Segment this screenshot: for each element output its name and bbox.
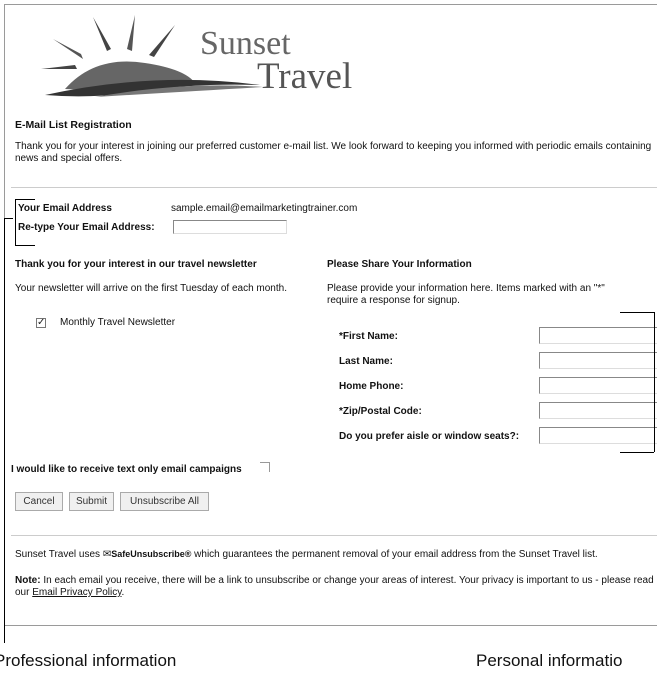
zip-code-input[interactable] xyxy=(539,402,657,419)
callout-bracket-bottom xyxy=(620,452,654,453)
last-name-input[interactable] xyxy=(539,352,657,369)
checkmark-icon: ✓ xyxy=(37,317,46,328)
newsletter-text: Your newsletter will arrive on the first… xyxy=(15,283,287,294)
home-phone-label: Home Phone: xyxy=(339,381,404,392)
sunset-travel-logo: Sunset Travel xyxy=(35,11,365,107)
share-heading: Please Share Your Information xyxy=(327,259,472,270)
cancel-button[interactable]: Cancel xyxy=(15,492,63,511)
note-end: . xyxy=(121,587,125,598)
safe-post-text: which guarantees the permanent removal o… xyxy=(194,549,598,560)
divider xyxy=(11,187,657,188)
email-label: Your Email Address xyxy=(18,203,112,214)
intro-text: Thank you for your interest in joining o… xyxy=(15,141,652,164)
registration-page: Sunset Travel E-Mail List Registration T… xyxy=(4,4,657,626)
submit-button[interactable]: Submit xyxy=(69,492,114,511)
envelope-icon: ✉ xyxy=(102,549,112,560)
callout-bracket-vertical xyxy=(654,312,655,452)
unsubscribe-all-button[interactable]: Unsubscribe All xyxy=(120,492,209,511)
privacy-note: Note: In each email you receive, there w… xyxy=(15,575,655,599)
email-value: sample.email@emailmarketingtrainer.com xyxy=(171,203,358,214)
first-name-input[interactable] xyxy=(539,327,657,344)
home-phone-input[interactable] xyxy=(539,377,657,394)
text-only-checkbox[interactable] xyxy=(260,462,270,472)
footer-divider xyxy=(11,535,657,536)
callout-line-left-vertical xyxy=(4,218,5,643)
newsletter-heading: Thank you for your interest in our trave… xyxy=(15,259,257,270)
seat-preference-input[interactable] xyxy=(539,427,657,444)
newsletter-checkbox[interactable]: ✓ xyxy=(36,318,46,328)
seat-preference-label: Do you prefer aisle or window seats?: xyxy=(339,431,520,442)
retype-email-label: Re-type Your Email Address: xyxy=(18,222,155,233)
zip-code-label: *Zip/Postal Code: xyxy=(339,406,422,417)
safe-pre-text: Sunset Travel uses xyxy=(15,549,101,560)
page-title: E-Mail List Registration xyxy=(15,119,132,131)
safeunsubscribe-notice: Sunset Travel uses ✉SafeUnsubscribe® whi… xyxy=(15,549,598,560)
share-text: Please provide your information here. It… xyxy=(327,283,605,306)
newsletter-option-label: Monthly Travel Newsletter xyxy=(60,317,176,328)
callout-bracket-top xyxy=(620,312,654,313)
note-label: Note: xyxy=(15,575,41,586)
first-name-label: *First Name: xyxy=(339,331,398,342)
privacy-policy-link[interactable]: Email Privacy Policy xyxy=(32,587,121,598)
caption-personal: Personal informatio xyxy=(476,651,623,670)
last-name-label: Last Name: xyxy=(339,356,393,367)
text-only-label: I would like to receive text only email … xyxy=(11,464,242,475)
callout-line-left xyxy=(4,218,13,219)
logo-word-travel: Travel xyxy=(257,56,353,97)
safeunsubscribe-brand: SafeUnsubscribe® xyxy=(111,549,192,559)
retype-email-input[interactable] xyxy=(173,220,287,234)
caption-professional: Professional information xyxy=(0,651,177,670)
